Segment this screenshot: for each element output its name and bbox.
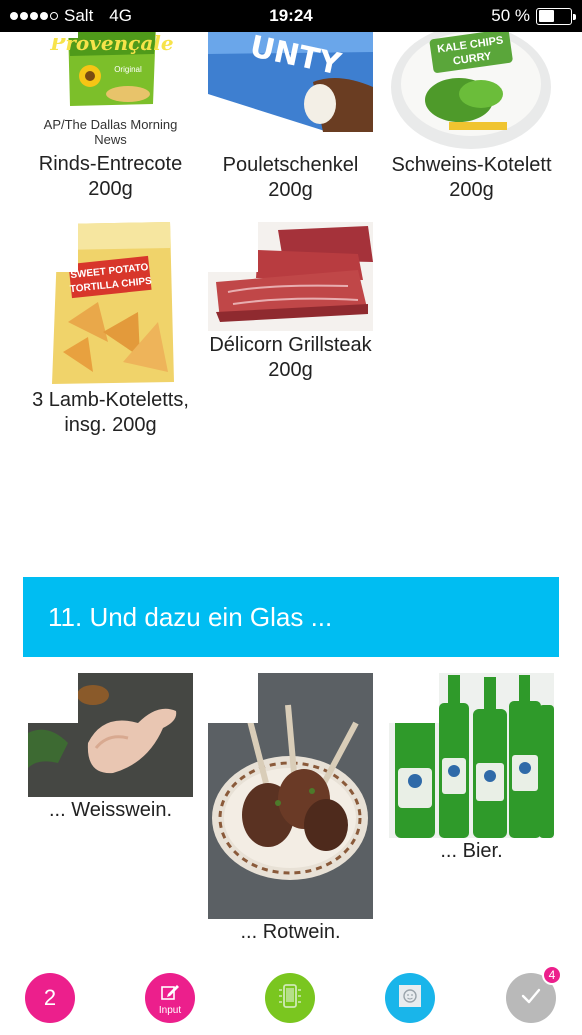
option-tile-delicorn-grillsteak[interactable]: Délicorn Grillsteak 200g	[208, 222, 373, 383]
option-tile-schweins-kotelett[interactable]: KALE CHIPS CURRY Schweins-Kotelett 200g	[389, 32, 554, 203]
status-bar: Salt 4G 19:24 50 %	[0, 0, 582, 32]
battery-percent: 50 %	[491, 6, 530, 25]
option-label: Rinds-Entrecote 200g	[38, 153, 183, 200]
checkmark-icon	[520, 987, 542, 1010]
smiley-icon	[397, 983, 423, 1014]
svg-text:Original: Original	[114, 65, 142, 74]
input-button[interactable]: Input	[145, 973, 195, 1023]
page-number-button[interactable]: 2	[25, 973, 75, 1023]
checkbox[interactable]	[28, 32, 78, 38]
option-label: 3 Lamb-Koteletts, insg. 200g	[32, 389, 189, 436]
notification-badge: 4	[542, 965, 562, 985]
product-image-kale-chips: KALE CHIPS CURRY	[389, 32, 554, 150]
option-label: Délicorn Grillsteak 200g	[209, 334, 372, 381]
edit-icon	[160, 983, 180, 1006]
battery-info: 50 %	[491, 6, 576, 26]
option-label: Pouletschenkel 200g	[222, 154, 359, 201]
product-image-sweet-potato-chips: SWEET POTATO TORTILLA CHIPS	[28, 222, 193, 385]
checkbox[interactable]	[389, 673, 439, 723]
option-tile-pouletschenkel[interactable]: UNTY Pouletschenkel 200g	[208, 32, 373, 203]
option-tile-rotwein[interactable]: ... Rotwein.	[208, 673, 373, 945]
done-button[interactable]: 4	[506, 965, 562, 1023]
option-label: ... Bier.	[440, 840, 503, 862]
device-button[interactable]	[265, 973, 315, 1023]
option-tile-rinds-entrecote[interactable]: Provençale Original AP/The Dallas Mornin…	[28, 32, 193, 202]
checkbox[interactable]	[28, 673, 78, 723]
option-image-chicken-leg	[28, 673, 193, 797]
image-credit: AP/The Dallas Morning News	[43, 117, 178, 147]
option-tile-bier[interactable]: ... Bier.	[389, 673, 554, 864]
product-image-bounty: UNTY	[208, 32, 373, 132]
input-label: Input	[158, 1004, 182, 1016]
page-number: 2	[43, 985, 57, 1010]
product-image-beef-steak	[208, 222, 373, 331]
phone-scan-icon	[276, 982, 304, 1015]
feedback-button[interactable]	[385, 973, 435, 1023]
option-label: ... Weisswein.	[49, 799, 172, 821]
product-image-provencale-chips: Provençale Original	[28, 32, 193, 112]
checkbox[interactable]	[28, 222, 78, 272]
option-label: Schweins-Kotelett 200g	[391, 154, 552, 201]
checkbox[interactable]	[208, 222, 258, 272]
option-label: ... Rotwein.	[240, 921, 341, 943]
question-title-text: 11. Und dazu ein Glas ...	[48, 601, 333, 632]
checkbox[interactable]	[208, 673, 258, 723]
battery-icon	[536, 7, 576, 25]
option-tile-lamb-koteletts[interactable]: SWEET POTATO TORTILLA CHIPS 3 Lamb-Kotel…	[28, 222, 193, 438]
question-title: 11. Und dazu ein Glas ...	[23, 577, 559, 657]
option-image-lamb-chops	[208, 673, 373, 919]
option-tile-weisswein[interactable]: ... Weisswein.	[28, 673, 193, 823]
survey-content: Provençale Original AP/The Dallas Mornin…	[0, 32, 582, 1035]
option-image-beer-bottles	[389, 673, 554, 838]
